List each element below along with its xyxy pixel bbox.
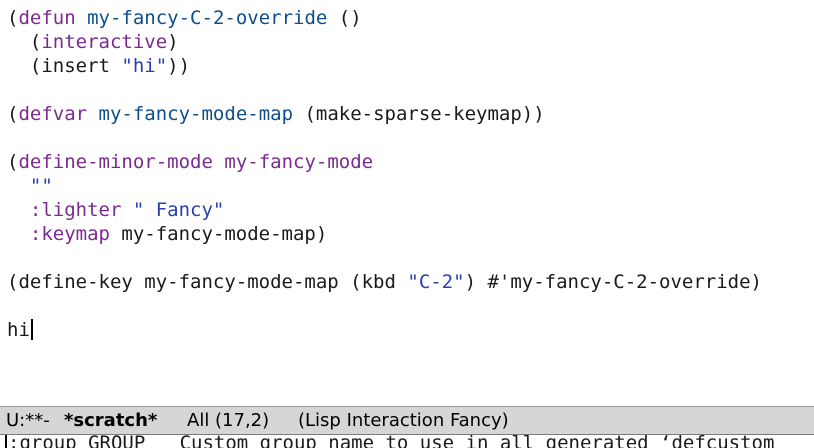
keyword-defun: defun — [18, 7, 76, 29]
code-line-7[interactable]: (define-minor-mode my-fancy-mode — [7, 150, 373, 174]
code-rest: ) — [167, 31, 179, 53]
keyword-defvar: defvar — [18, 103, 88, 125]
code-indent: ( — [7, 31, 42, 53]
keyword-interactive: interactive — [41, 31, 168, 53]
function-name: my-fancy-C-2-override — [87, 7, 328, 29]
mode-name: my-fancy-mode — [224, 151, 374, 173]
code-line-9[interactable]: :lighter " Fancy" — [7, 198, 224, 222]
code-line-12[interactable]: (define-key my-fancy-mode-map (kbd "C-2"… — [7, 270, 762, 294]
modeline-modes[interactable]: (Lisp Interaction Fancy) — [298, 407, 509, 434]
code-rest: )) — [167, 55, 191, 77]
paren: ( — [7, 103, 19, 125]
code-line-8[interactable]: "" — [7, 174, 53, 198]
string-literal: " Fancy" — [132, 199, 225, 221]
paren: ( — [7, 151, 19, 173]
code-rest: my-fancy-mode-map) — [109, 223, 328, 245]
echo-cursor — [5, 435, 7, 448]
code-line-10[interactable]: :keymap my-fancy-mode-map) — [7, 222, 327, 246]
code-rest: () — [327, 7, 362, 29]
modeline-buffer-name[interactable]: *scratch* — [64, 407, 157, 434]
modeline-position: All (17,2) — [187, 410, 270, 431]
mode-line[interactable]: U:**- *scratch* All (17,2) (Lisp Interac… — [0, 406, 814, 434]
string-literal: "C-2" — [407, 271, 465, 293]
code-line-3[interactable]: (insert "hi")) — [7, 54, 190, 78]
docstring-literal: "" — [29, 175, 53, 197]
code-line-1[interactable]: (defun my-fancy-C-2-override () — [7, 6, 362, 30]
code-rest: (make-sparse-keymap)) — [293, 103, 545, 125]
code-line-5[interactable]: (defvar my-fancy-mode-map (make-sparse-k… — [7, 102, 545, 126]
paren: ( — [7, 7, 19, 29]
code-line-14[interactable]: hi — [7, 318, 33, 342]
code-rest: ) #'my-fancy-C-2-override) — [464, 271, 762, 293]
code-indent: (insert — [7, 55, 122, 77]
keyword-define-minor-mode: define-minor-mode — [18, 151, 213, 173]
code-text: (define-key my-fancy-mode-map (kbd — [7, 271, 408, 293]
echo-area[interactable]: :group GROUP Custom group name to use in… — [0, 434, 814, 448]
keyword-lighter: :lighter — [29, 199, 122, 221]
string-literal: "hi" — [121, 55, 168, 77]
echo-text: :group GROUP Custom group name to use in… — [8, 434, 775, 448]
variable-name: my-fancy-mode-map — [98, 103, 294, 125]
modeline-status: U:**- — [6, 410, 50, 431]
keyword-keymap: :keymap — [29, 223, 110, 245]
inserted-text: hi — [7, 319, 30, 341]
code-line-2[interactable]: (interactive) — [7, 30, 179, 54]
text-cursor — [30, 319, 33, 340]
emacs-frame: (defun my-fancy-C-2-override () (interac… — [0, 0, 814, 448]
editor-buffer[interactable]: (defun my-fancy-C-2-override () (interac… — [0, 0, 814, 406]
